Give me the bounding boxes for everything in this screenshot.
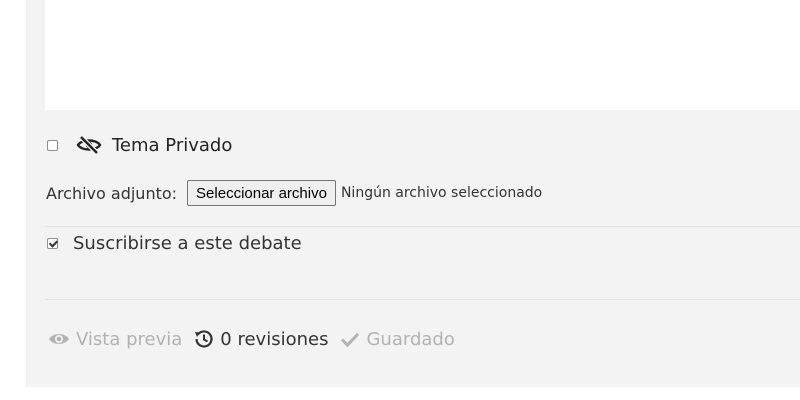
preview-label: Vista previa — [76, 328, 183, 350]
attachment-row: Archivo adjunto: Seleccionar archivo Nin… — [46, 180, 542, 206]
editor-footer: Vista previa 0 revisiones Guardado — [48, 326, 455, 352]
subscribe-label: Suscribirse a este debate — [73, 232, 302, 254]
divider — [45, 226, 800, 227]
preview-button[interactable]: Vista previa — [48, 329, 182, 350]
private-topic-label: Tema Privado — [112, 134, 233, 156]
editor-area[interactable] — [45, 0, 800, 110]
private-topic-checkbox[interactable] — [47, 139, 58, 151]
subscribe-row: Suscribirse a este debate — [47, 232, 302, 254]
file-status-text: Ningún archivo seleccionado — [340, 185, 543, 201]
check-icon — [340, 331, 360, 347]
history-icon — [194, 329, 214, 349]
saved-label: Guardado — [366, 328, 455, 350]
reply-form-panel: Tema Privado Archivo adjunto: Selecciona… — [26, 0, 800, 387]
attachment-label: Archivo adjunto: — [46, 183, 178, 203]
revisions-button[interactable]: 0 revisiones — [194, 329, 328, 350]
eye-icon — [48, 331, 70, 347]
subscribe-checkbox[interactable] — [47, 237, 58, 249]
private-topic-row: Tema Privado — [47, 133, 232, 157]
saved-status: Guardado — [340, 328, 455, 350]
revisions-label: 0 revisiones — [220, 328, 329, 350]
divider — [45, 299, 800, 300]
select-file-button[interactable]: Seleccionar archivo — [187, 180, 336, 206]
eye-slash-icon — [76, 135, 102, 155]
